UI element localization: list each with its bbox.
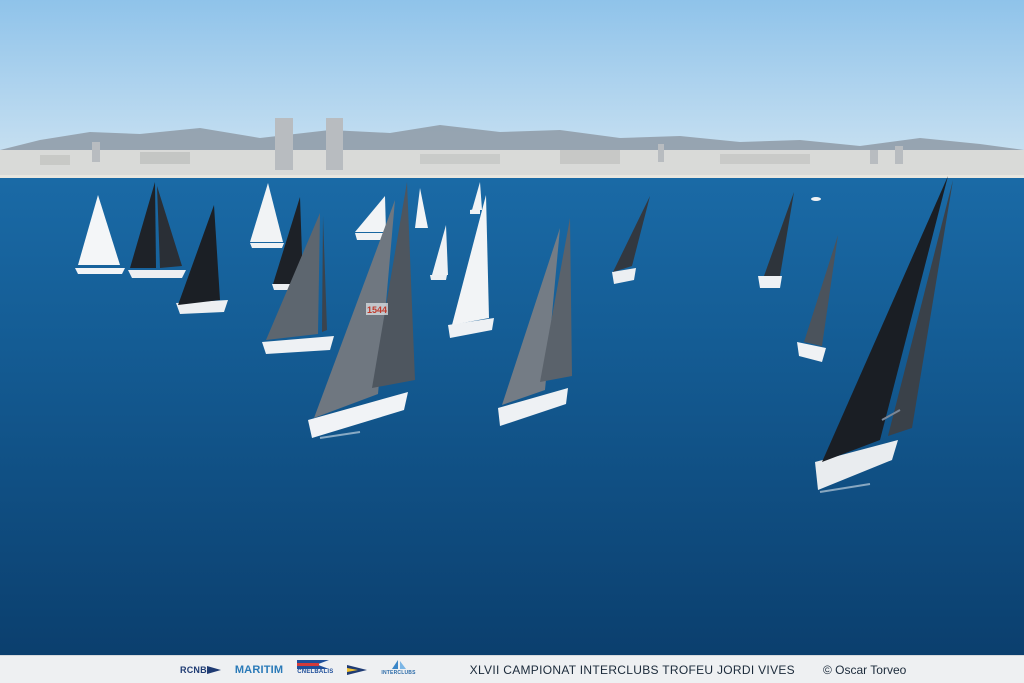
cnelbalis-logo-text: CNELBALIS [297,668,334,675]
sponsor-logos: RCNB MARITIM CNELBALIS INTERCLUBS [180,659,430,680]
interclubs-logo-text: INTERCLUBS [381,669,416,676]
burgee-icon [347,664,368,675]
rcnb-logo-text: RCNB [180,664,207,675]
maritim-logo-text: MARITIM [234,663,284,676]
photo-credit: © Oscar Torveo [822,662,907,677]
motorboat [811,197,821,201]
rcnb-logo: RCNB [180,660,221,680]
regatta-photo: 1544 [0,0,1024,655]
pennant-icon [206,665,221,674]
burgee-logo [347,660,368,680]
sail-icon [391,659,406,669]
cnelbalis-logo: CNELBALIS [297,659,334,680]
footer-bar: RCNB MARITIM CNELBALIS INTERCLUBS XLVII … [0,655,1024,683]
interclubs-logo: INTERCLUBS [381,659,416,680]
event-title: XLVII CAMPIONAT INTERCLUBS TROFEU JORDI … [469,662,795,677]
maritim-logo: MARITIM [235,660,283,680]
flag-icon [297,659,330,669]
sail-number: 1544 [367,305,387,315]
